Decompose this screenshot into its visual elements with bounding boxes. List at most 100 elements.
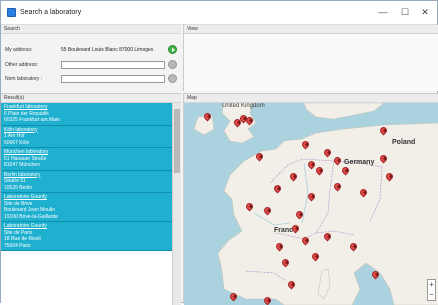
result-item[interactable]: Berlin laboratory Straße 51 10525 Berlin bbox=[1, 170, 172, 193]
map-land bbox=[193, 103, 438, 305]
map-marker-icon[interactable] bbox=[378, 125, 389, 138]
map-marker-icon[interactable] bbox=[332, 181, 343, 194]
search-header: Search bbox=[1, 25, 181, 34]
pin-dot bbox=[310, 194, 316, 199]
pin-dot bbox=[248, 204, 254, 209]
pin-dot bbox=[326, 150, 332, 155]
map-marker-icon[interactable] bbox=[314, 165, 325, 178]
result-address-line: 19100 Brive-la-Gaillarde bbox=[4, 213, 58, 220]
nom-laboratory-search-button[interactable] bbox=[168, 74, 177, 83]
map-marker-icon[interactable] bbox=[290, 223, 301, 236]
map-marker-icon[interactable] bbox=[280, 257, 291, 270]
pin-dot bbox=[382, 156, 388, 161]
zoom-in-button[interactable]: + bbox=[428, 280, 435, 290]
map-marker-icon[interactable] bbox=[358, 187, 369, 200]
pin-shape bbox=[384, 171, 395, 182]
pin-shape bbox=[322, 147, 333, 158]
pin-dot bbox=[374, 272, 380, 277]
results-header: Result(s) bbox=[1, 94, 181, 103]
maximize-button[interactable]: ☐ bbox=[395, 5, 415, 20]
app-icon bbox=[7, 8, 16, 17]
pin-shape bbox=[340, 165, 351, 176]
pin-dot bbox=[326, 234, 332, 239]
pin-shape bbox=[358, 187, 369, 198]
pin-dot bbox=[336, 184, 342, 189]
result-item[interactable]: Laboratoire Gounfy Site de Paris 18 Rue de… bbox=[1, 222, 172, 251]
map-marker-icon[interactable] bbox=[274, 241, 285, 254]
map-marker-icon[interactable] bbox=[254, 151, 265, 164]
map-marker-icon[interactable] bbox=[228, 291, 239, 304]
pin-dot bbox=[278, 244, 284, 249]
pin-dot bbox=[352, 244, 358, 249]
result-item[interactable]: Köln laboratory 1 Am Hof 50667 Köln bbox=[1, 125, 172, 148]
other-address-input[interactable] bbox=[61, 61, 165, 69]
nom-laboratory-label: Nom laboratory : bbox=[5, 76, 42, 82]
map-canvas[interactable]: United Kingdom Poland Germany France + − bbox=[184, 103, 438, 305]
map-marker-icon[interactable] bbox=[244, 115, 255, 128]
map-marker-icon[interactable] bbox=[340, 165, 351, 178]
nom-laboratory-input[interactable] bbox=[61, 75, 165, 83]
map-marker-icon[interactable] bbox=[300, 235, 311, 248]
pin-dot bbox=[304, 142, 310, 147]
map-marker-icon[interactable] bbox=[384, 171, 395, 184]
window-title: Search a laboratory bbox=[20, 9, 82, 16]
map-marker-icon[interactable] bbox=[244, 201, 255, 214]
minimize-button[interactable]: — bbox=[373, 5, 393, 20]
map-marker-icon[interactable] bbox=[286, 279, 297, 292]
pin-dot bbox=[344, 168, 350, 173]
pin-shape bbox=[274, 241, 285, 252]
pin-shape bbox=[290, 223, 301, 234]
result-address-line: 60325 Frankfurt am Main bbox=[4, 117, 60, 123]
scroll-thumb[interactable] bbox=[174, 109, 180, 173]
title-bar: Search a laboratory — ☐ ✕ bbox=[1, 1, 437, 25]
pin-shape bbox=[300, 235, 311, 246]
map-marker-icon[interactable] bbox=[288, 171, 299, 184]
map-marker-icon[interactable] bbox=[322, 147, 333, 160]
map-marker-icon[interactable] bbox=[272, 183, 283, 196]
map-panel: Map United Kingdom Poland Germany France… bbox=[183, 93, 438, 305]
other-address-search-button[interactable] bbox=[168, 60, 177, 69]
map-marker-icon[interactable] bbox=[378, 153, 389, 166]
result-address-line: 81547 München bbox=[4, 162, 40, 168]
result-item[interactable]: Frankfurt laboratory 6 Platz der Republik… bbox=[1, 103, 172, 126]
map-marker-icon[interactable] bbox=[300, 139, 311, 152]
my-address-row: My address: 55 Boulevard Louis Blanc 870… bbox=[5, 45, 181, 55]
pin-dot bbox=[290, 282, 296, 287]
result-item[interactable]: Laboratoire Gounfy Site de Brive Boulevard… bbox=[1, 193, 172, 222]
map-marker-icon[interactable] bbox=[370, 269, 381, 282]
results-scrollbar[interactable] bbox=[172, 103, 181, 305]
zoom-control: + − bbox=[427, 279, 436, 301]
my-address-value: 55 Boulevard Louis Blanc 87000 Limoges bbox=[61, 47, 154, 53]
map-marker-icon[interactable] bbox=[262, 295, 273, 305]
map-marker-icon[interactable] bbox=[310, 251, 321, 264]
view-header: View bbox=[184, 25, 438, 34]
pin-dot bbox=[266, 298, 272, 303]
pin-dot bbox=[266, 208, 272, 213]
map-marker-icon[interactable] bbox=[202, 111, 213, 124]
map-marker-icon[interactable] bbox=[306, 191, 317, 204]
pin-shape bbox=[378, 125, 389, 136]
map-marker-icon[interactable] bbox=[348, 241, 359, 254]
pin-dot bbox=[294, 226, 300, 231]
zoom-out-button[interactable]: − bbox=[428, 290, 435, 300]
search-panel: Search My address: 55 Boulevard Louis Bl… bbox=[1, 25, 181, 91]
view-panel: View bbox=[183, 25, 438, 91]
pin-shape bbox=[306, 191, 317, 202]
pin-dot bbox=[304, 238, 310, 243]
pin-shape bbox=[288, 171, 299, 182]
pin-dot bbox=[276, 186, 282, 191]
pin-dot bbox=[206, 114, 212, 119]
pin-shape bbox=[244, 201, 255, 212]
map-marker-icon[interactable] bbox=[262, 205, 273, 218]
result-item[interactable]: München laboratory 51 Hanauer Straße 81547… bbox=[1, 148, 172, 171]
my-address-label: My address: bbox=[5, 47, 33, 53]
label-germany: Germany bbox=[344, 159, 375, 166]
map-marker-icon[interactable] bbox=[332, 155, 343, 168]
map-marker-icon[interactable] bbox=[294, 209, 305, 222]
pin-dot bbox=[318, 168, 324, 173]
other-address-row: Other address: bbox=[5, 60, 181, 70]
pin-dot bbox=[314, 254, 320, 259]
map-marker-icon[interactable] bbox=[322, 231, 333, 244]
close-button[interactable]: ✕ bbox=[415, 5, 435, 20]
go-button[interactable] bbox=[168, 45, 177, 54]
